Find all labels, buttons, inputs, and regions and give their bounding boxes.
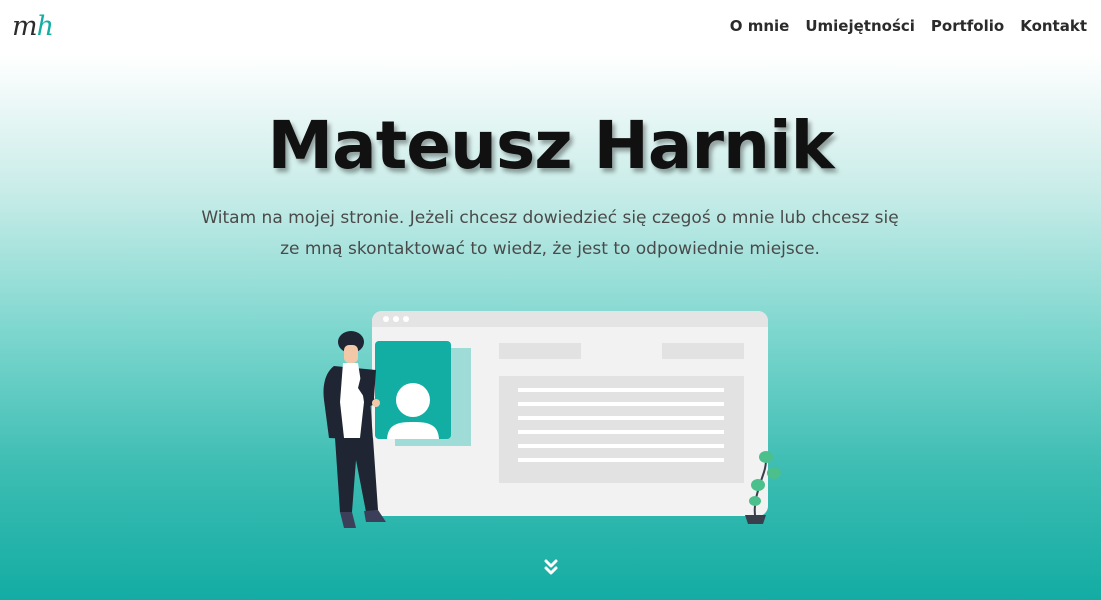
text-line xyxy=(518,444,724,448)
navbar: mh O mnie Umiejętności Portfolio Kontakt xyxy=(0,0,1101,52)
logo[interactable]: mh xyxy=(12,11,54,42)
plant-leaf xyxy=(751,479,765,491)
plant-leaf xyxy=(767,467,781,479)
plant-leaf xyxy=(749,496,761,506)
profile-illustration xyxy=(323,311,781,528)
nav-link-portfolio[interactable]: Portfolio xyxy=(931,16,1004,36)
browser-titlebar xyxy=(372,311,768,327)
nav-link-skills[interactable]: Umiejętności xyxy=(805,16,915,36)
window-dot-icon xyxy=(393,316,399,322)
text-line xyxy=(518,416,724,420)
logo-letter-m: m xyxy=(12,11,38,42)
nav-link-about[interactable]: O mnie xyxy=(730,16,790,36)
double-chevron-down-icon xyxy=(544,559,558,575)
person-hand xyxy=(372,399,380,407)
placeholder-bar xyxy=(662,343,744,359)
plant-pot xyxy=(745,515,766,524)
user-icon xyxy=(396,383,430,417)
placeholder-bar xyxy=(499,343,581,359)
person-shoe xyxy=(340,512,356,528)
main-nav: O mnie Umiejętności Portfolio Kontakt xyxy=(730,16,1087,36)
content-placeholder xyxy=(499,376,744,483)
plant-leaf xyxy=(759,451,773,463)
hero-description: Witam na mojej stronie. Jeżeli chcesz do… xyxy=(201,208,899,259)
person-legs xyxy=(335,438,378,512)
text-line xyxy=(518,458,724,462)
logo-letter-h: h xyxy=(36,11,54,42)
person-face xyxy=(344,345,358,363)
window-dot-icon xyxy=(383,316,389,322)
text-line xyxy=(518,430,724,434)
text-line xyxy=(518,402,724,406)
text-line xyxy=(518,388,724,392)
hero-title: Mateusz Harnik xyxy=(267,107,834,184)
scroll-down-button[interactable] xyxy=(541,558,561,580)
window-dot-icon xyxy=(403,316,409,322)
nav-link-contact[interactable]: Kontakt xyxy=(1020,16,1087,36)
